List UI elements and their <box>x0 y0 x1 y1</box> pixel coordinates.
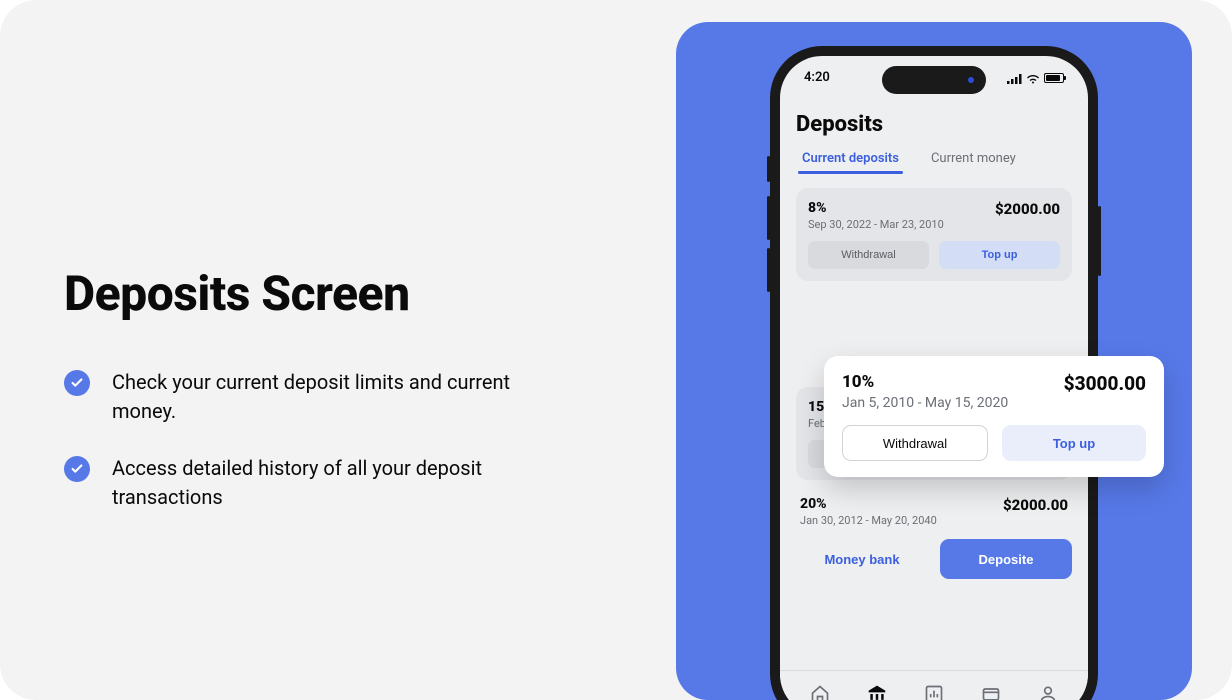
feature-bullet-text: Access detailed history of all your depo… <box>112 454 544 512</box>
feature-copy: Deposits Screen Check your current depos… <box>64 265 544 540</box>
withdrawal-button[interactable]: Withdrawal <box>842 425 988 461</box>
dynamic-island <box>882 66 986 94</box>
tab-current-deposits[interactable]: Current deposits <box>802 151 899 172</box>
bank-icon[interactable] <box>867 684 887 700</box>
check-icon <box>64 456 90 482</box>
deposit-rate: 8% <box>808 200 944 216</box>
deposit-card[interactable]: 8% Sep 30, 2022 - Mar 23, 2010 $2000.00 … <box>796 188 1072 281</box>
bottom-action-row: Money bank Deposite <box>796 539 1072 579</box>
check-icon <box>64 370 90 396</box>
bottom-nav <box>780 670 1088 700</box>
money-bank-button[interactable]: Money bank <box>796 539 928 579</box>
promo-card: Deposits Screen Check your current depos… <box>0 0 1232 700</box>
signal-icon <box>1007 73 1022 83</box>
tab-current-money[interactable]: Current money <box>931 151 1016 172</box>
topup-button[interactable]: Top up <box>1002 425 1146 461</box>
device-panel: 4:20 Deposits Current deposits <box>676 22 1192 700</box>
wifi-icon <box>1026 73 1040 83</box>
phone-side-button <box>767 196 770 240</box>
deposit-amount: $2000.00 <box>1003 496 1068 514</box>
deposit-dates: Jan 5, 2010 - May 15, 2020 <box>842 395 1008 411</box>
feature-bullet: Access detailed history of all your depo… <box>64 454 544 512</box>
status-icons <box>1007 70 1064 85</box>
deposit-dates: Jan 30, 2012 - May 20, 2040 <box>800 514 937 527</box>
phone-side-button <box>767 248 770 292</box>
status-time: 4:20 <box>804 70 830 85</box>
topup-button[interactable]: Top up <box>939 241 1060 269</box>
phone-side-button <box>1098 206 1101 276</box>
card-icon[interactable] <box>981 684 1001 700</box>
battery-icon <box>1044 73 1064 83</box>
deposit-card[interactable]: 20% Jan 30, 2012 - May 20, 2040 $2000.00 <box>796 492 1072 527</box>
deposit-amount: $3000.00 <box>1064 372 1146 395</box>
feature-bullet-text: Check your current deposit limits and cu… <box>112 368 544 426</box>
feature-title: Deposits Screen <box>64 265 544 322</box>
home-icon[interactable] <box>810 684 830 700</box>
deposit-rate: 20% <box>800 496 937 512</box>
deposit-dates: Sep 30, 2022 - Mar 23, 2010 <box>808 218 944 231</box>
deposite-button[interactable]: Deposite <box>940 539 1072 579</box>
tab-bar: Current deposits Current money <box>796 151 1072 172</box>
withdrawal-button[interactable]: Withdrawal <box>808 241 929 269</box>
feature-bullet: Check your current deposit limits and cu… <box>64 368 544 426</box>
page-title: Deposits <box>796 112 1072 137</box>
deposit-amount: $2000.00 <box>995 200 1060 218</box>
phone-side-button <box>767 156 770 182</box>
deposit-card-highlight[interactable]: 10% Jan 5, 2010 - May 15, 2020 $3000.00 … <box>824 356 1164 477</box>
profile-icon[interactable] <box>1038 684 1058 700</box>
stats-icon[interactable] <box>924 684 944 700</box>
deposit-rate: 10% <box>842 372 1008 392</box>
